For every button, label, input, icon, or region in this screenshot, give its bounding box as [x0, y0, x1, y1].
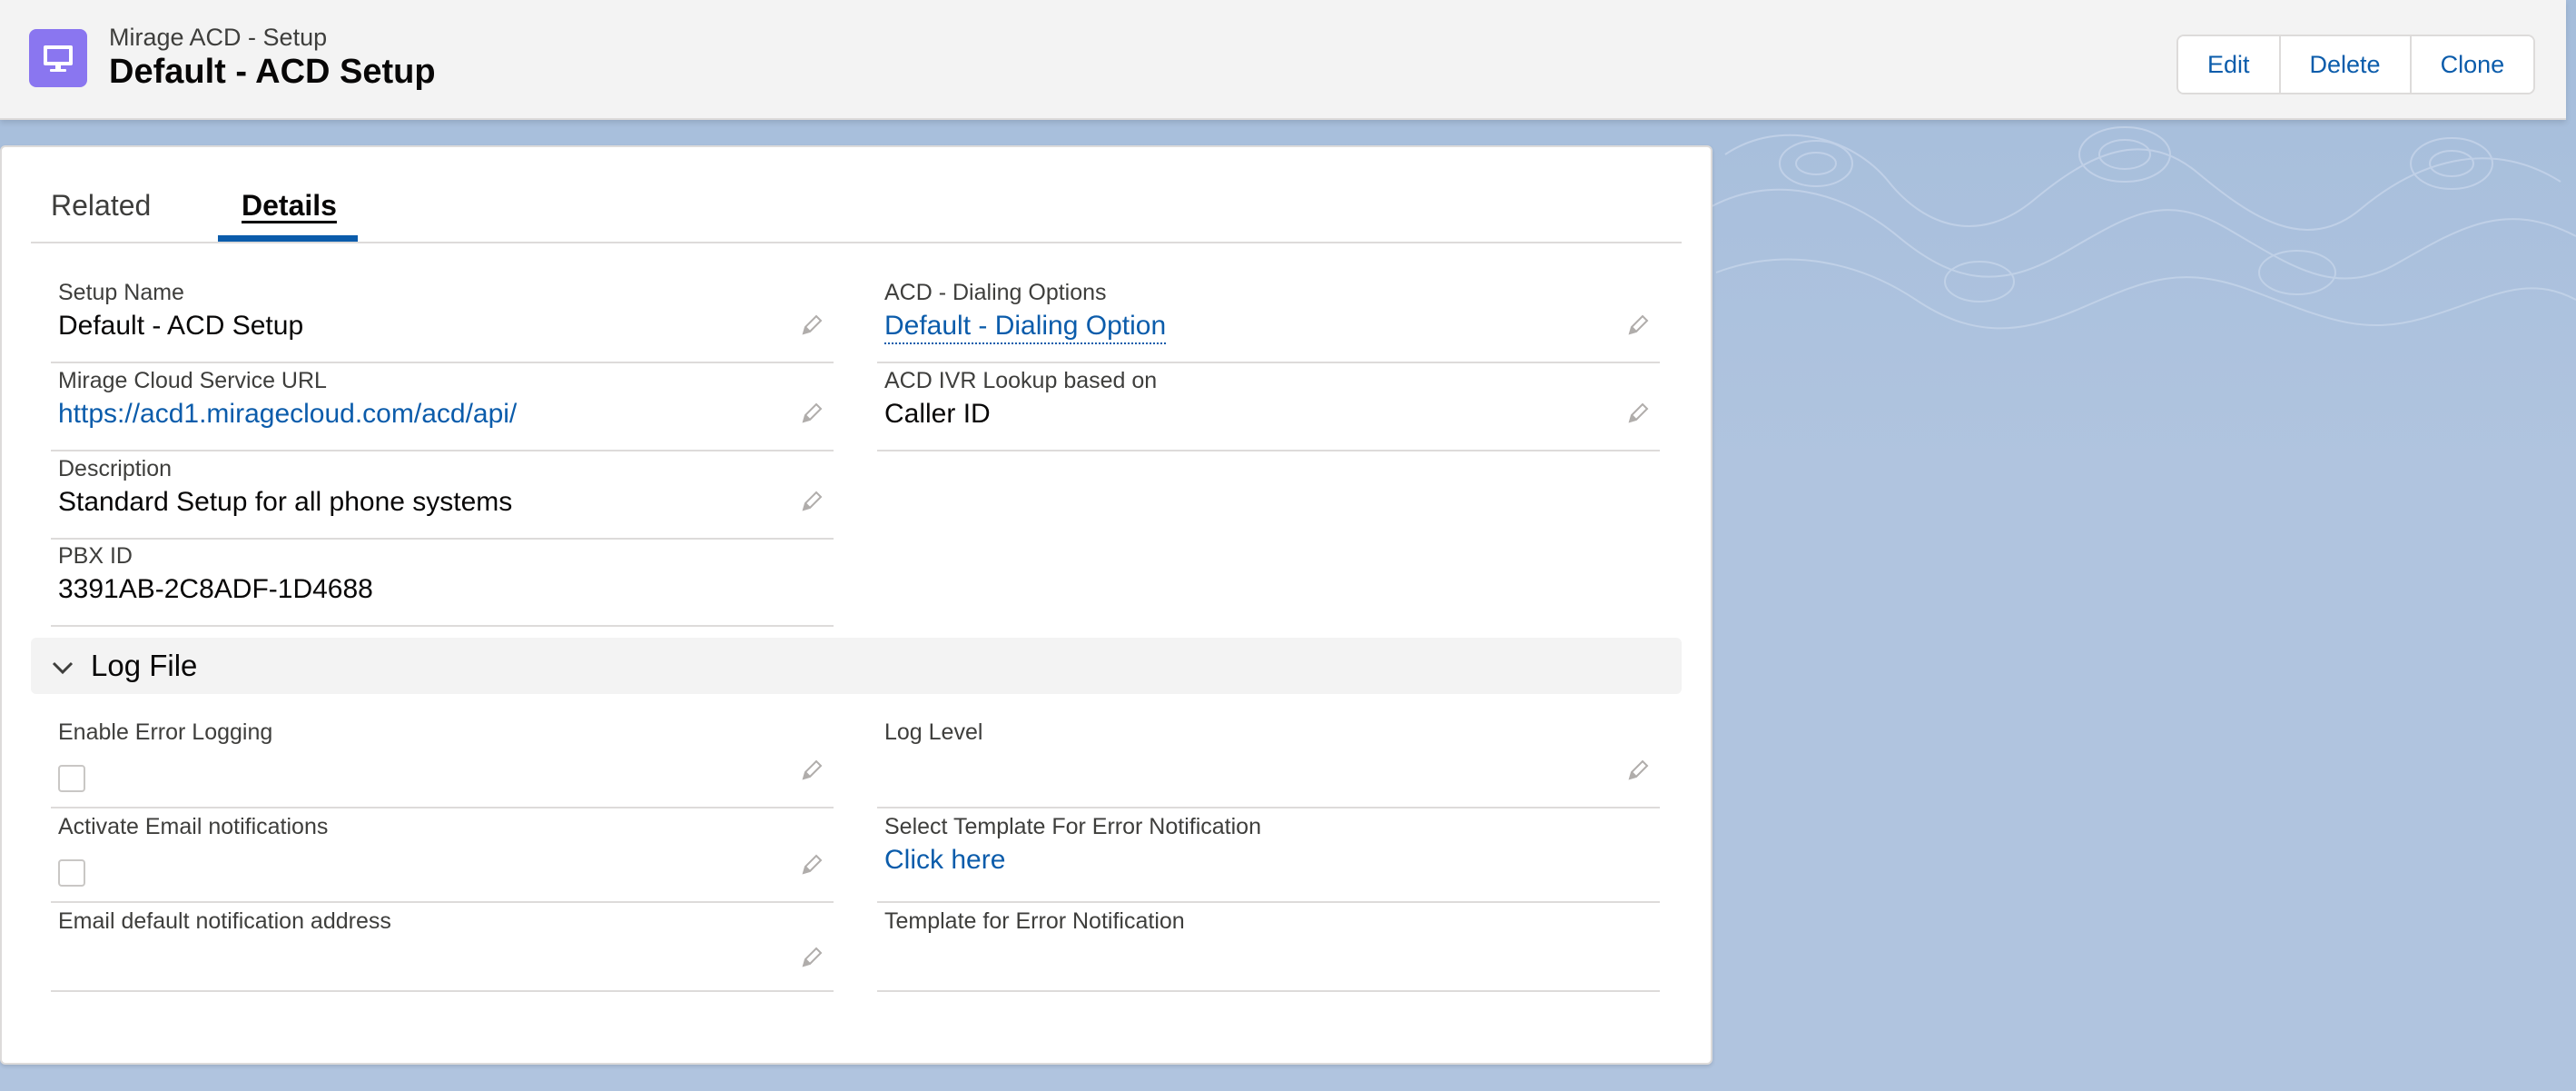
- edit-pencil-icon[interactable]: [799, 312, 824, 338]
- edit-pencil-icon[interactable]: [799, 758, 824, 783]
- field-label: Template for Error Notification: [884, 908, 1185, 934]
- field-pbx-id: PBX ID 3391AB-2C8ADF-1D4688: [51, 538, 834, 627]
- record-detail-card: Related Details Setup Name Default - ACD…: [0, 145, 1712, 1065]
- field-label: Activate Email notifications: [58, 814, 329, 839]
- field-log-level: Log Level: [877, 714, 1660, 808]
- field-email-default: Email default notification address: [51, 903, 834, 992]
- field-label: ACD IVR Lookup based on: [884, 368, 1158, 393]
- edit-pencil-icon[interactable]: [799, 489, 824, 514]
- desktop-icon: [29, 29, 87, 87]
- field-label: PBX ID: [58, 543, 133, 569]
- service-url-link[interactable]: https://acd1.miragecloud.com/acd/api/: [58, 399, 517, 430]
- chevron-down-icon: [52, 661, 74, 675]
- edit-button[interactable]: Edit: [2178, 36, 2279, 93]
- field-value: Default - ACD Setup: [58, 311, 304, 341]
- dialing-option-link[interactable]: Default - Dialing Option: [884, 311, 1167, 344]
- field-label: ACD - Dialing Options: [884, 280, 1107, 305]
- record-title: Default - ACD Setup: [109, 53, 436, 91]
- field-activate-email: Activate Email notifications: [51, 808, 834, 903]
- field-label: Enable Error Logging: [58, 719, 273, 745]
- enable-error-logging-checkbox[interactable]: [58, 765, 85, 792]
- field-setup-name: Setup Name Default - ACD Setup: [51, 274, 834, 363]
- edit-pencil-icon[interactable]: [1625, 758, 1651, 783]
- field-label: Select Template For Error Notification: [884, 814, 1261, 839]
- delete-button[interactable]: Delete: [2278, 36, 2410, 93]
- clone-button[interactable]: Clone: [2409, 36, 2534, 93]
- field-dialing-options: ACD - Dialing Options Default - Dialing …: [877, 274, 1660, 363]
- click-here-link[interactable]: Click here: [884, 845, 1005, 876]
- field-label: Log Level: [884, 719, 983, 745]
- field-label: Mirage Cloud Service URL: [58, 368, 327, 393]
- field-ivr-lookup: ACD IVR Lookup based on Caller ID: [877, 362, 1660, 451]
- tab-related[interactable]: Related: [51, 189, 151, 223]
- tab-details[interactable]: Details: [242, 189, 337, 223]
- activate-email-checkbox[interactable]: [58, 859, 85, 887]
- field-label: Setup Name: [58, 280, 184, 305]
- field-description: Description Standard Setup for all phone…: [51, 451, 834, 540]
- edit-pencil-icon[interactable]: [799, 945, 824, 970]
- topographic-pattern: [1707, 126, 2576, 330]
- field-enable-error-logging: Enable Error Logging: [51, 714, 834, 808]
- field-select-template: Select Template For Error Notification C…: [877, 808, 1660, 903]
- section-title: Log File: [91, 649, 198, 682]
- field-label: Description: [58, 456, 173, 481]
- edit-pencil-icon[interactable]: [799, 401, 824, 426]
- edit-pencil-icon[interactable]: [1625, 312, 1651, 338]
- record-actions: Edit Delete Clone: [2176, 35, 2536, 94]
- edit-pencil-icon[interactable]: [799, 852, 824, 878]
- field-service-url: Mirage Cloud Service URL https://acd1.mi…: [51, 362, 834, 451]
- active-tab-indicator: [218, 235, 358, 242]
- log-file-section-toggle[interactable]: Log File: [31, 638, 1682, 694]
- field-value: Caller ID: [884, 399, 991, 429]
- object-type-label: Mirage ACD - Setup: [109, 24, 328, 51]
- field-value: 3391AB-2C8ADF-1D4688: [58, 574, 373, 604]
- edit-pencil-icon[interactable]: [1625, 401, 1651, 426]
- record-header: Mirage ACD - Setup Default - ACD Setup E…: [0, 0, 2566, 120]
- field-value: Standard Setup for all phone systems: [58, 487, 513, 517]
- field-label: Email default notification address: [58, 908, 391, 934]
- field-template-error: Template for Error Notification: [877, 903, 1660, 992]
- tab-bar: Related Details: [31, 147, 1682, 243]
